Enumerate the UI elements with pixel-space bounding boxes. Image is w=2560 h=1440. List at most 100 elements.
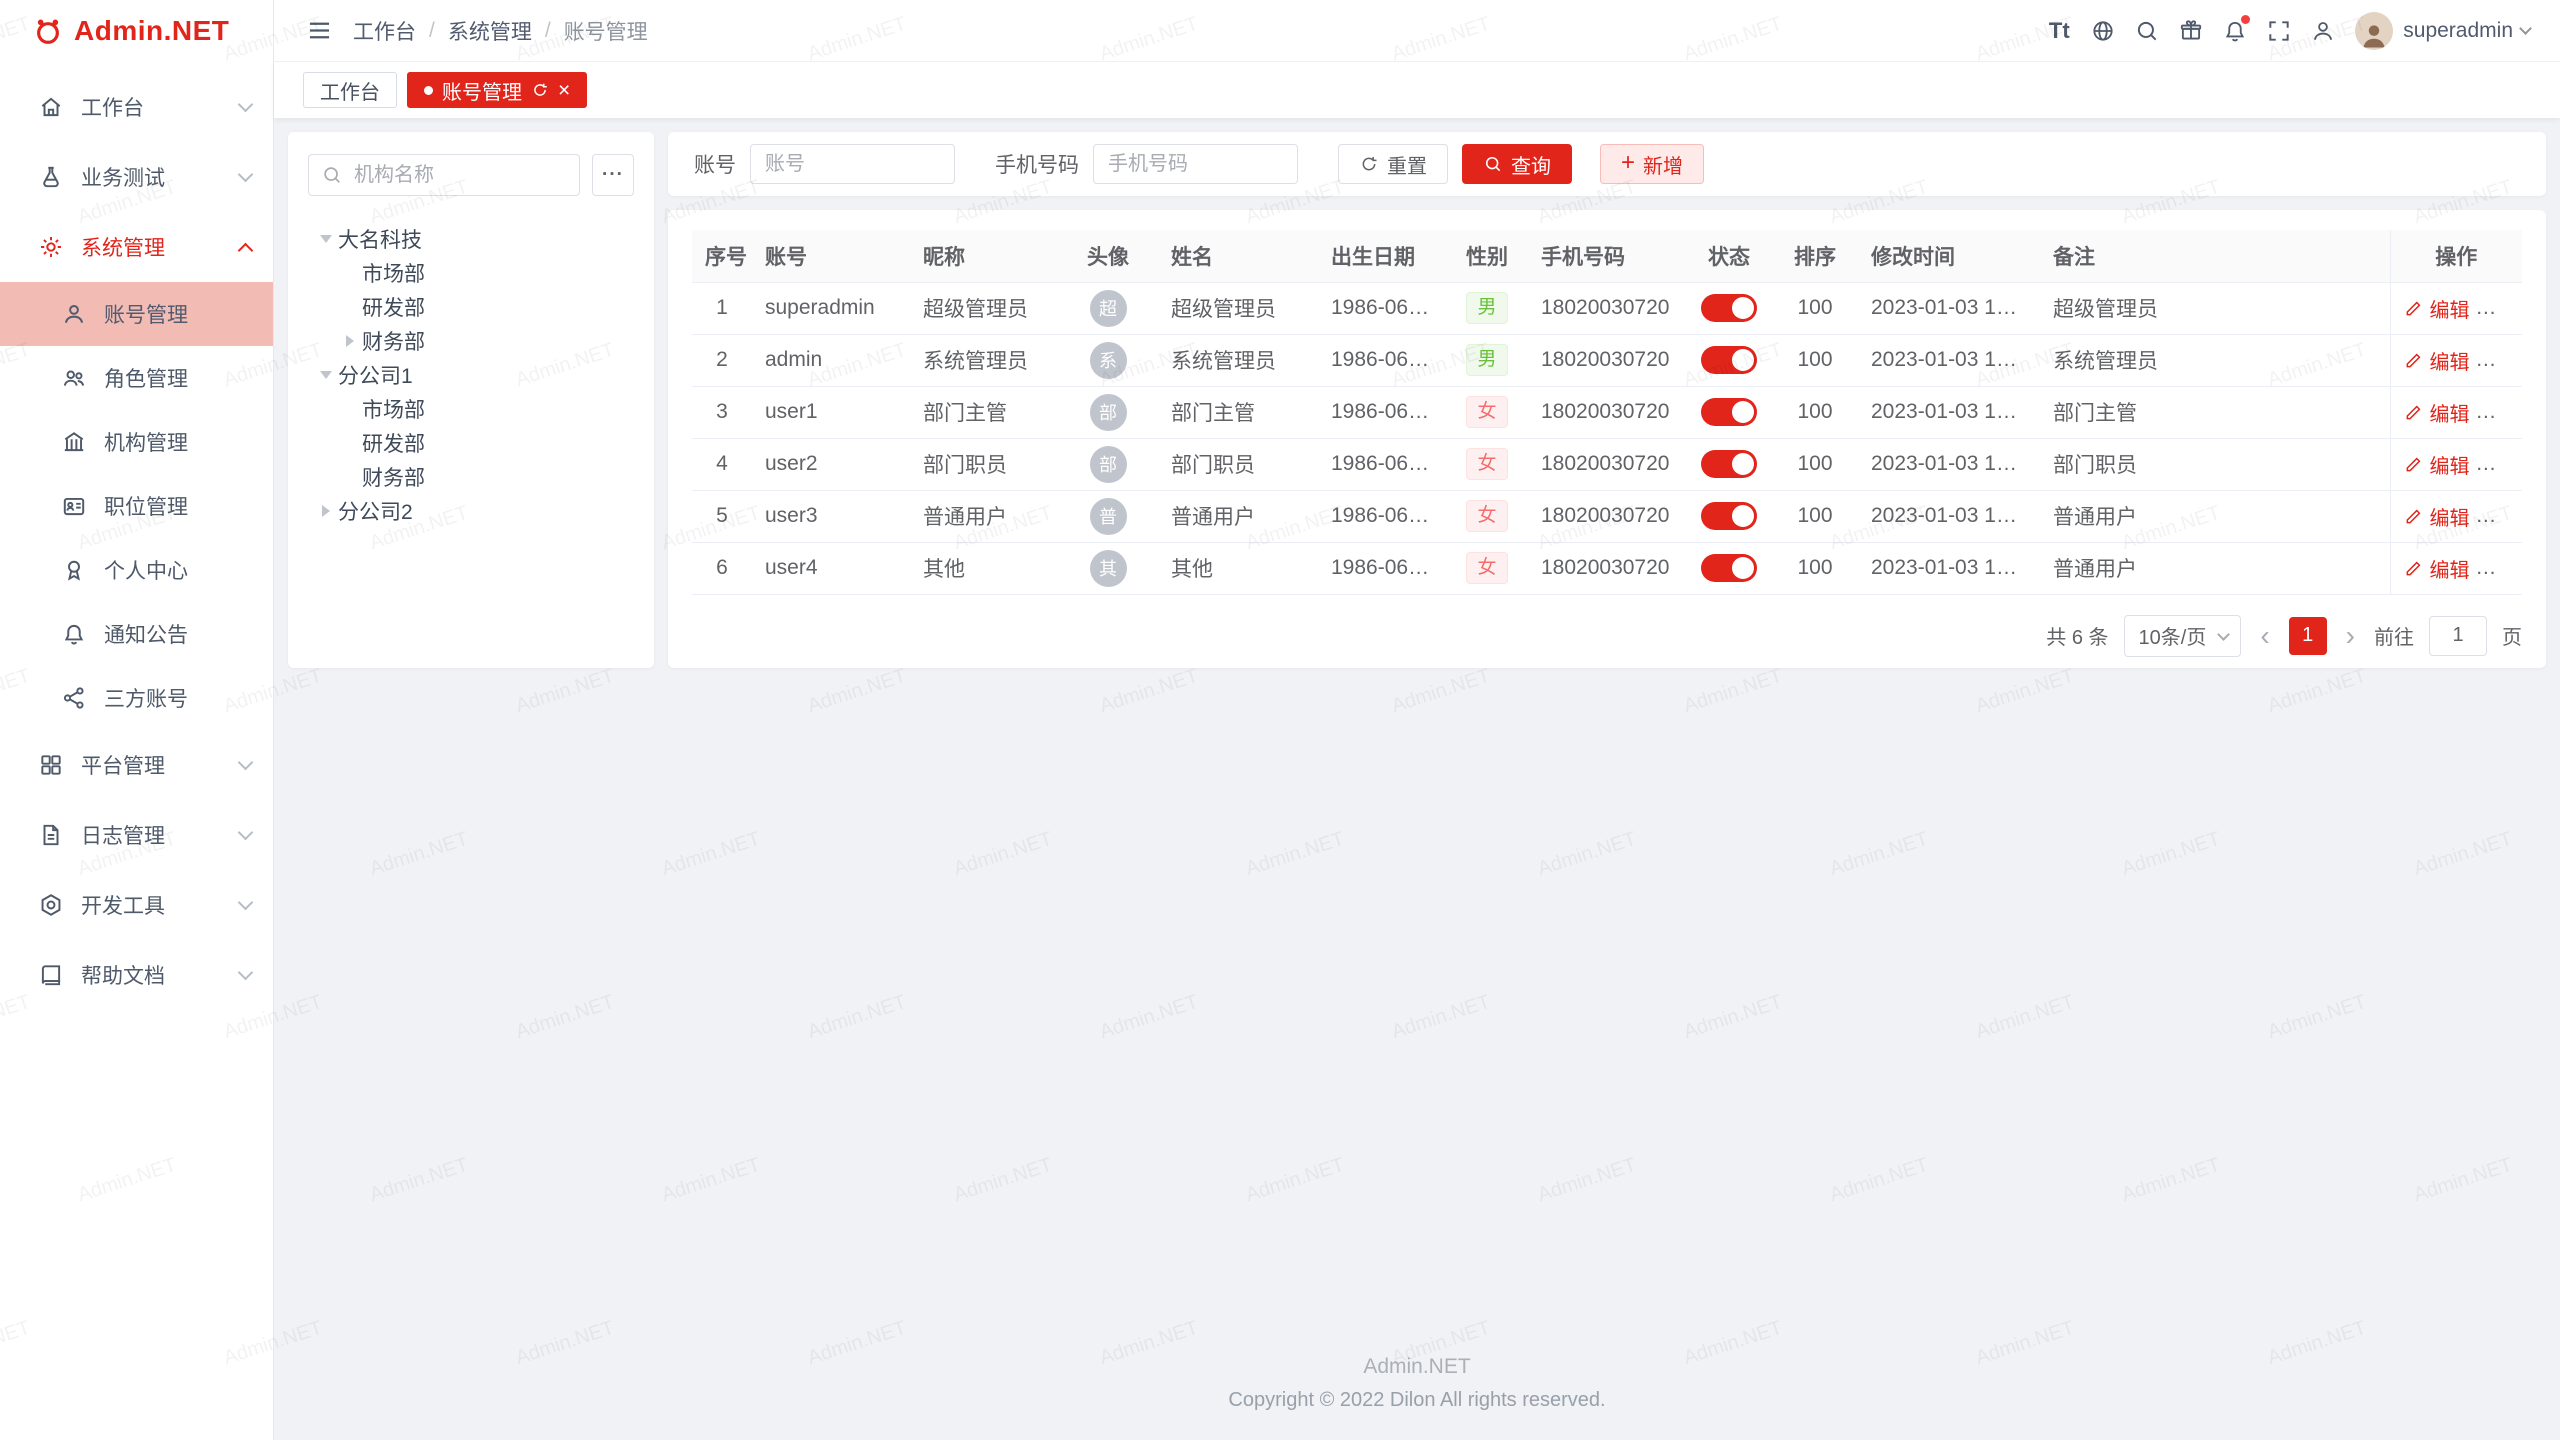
caret-down-icon[interactable] bbox=[314, 371, 338, 379]
sidebar-item-role-management[interactable]: 角色管理 bbox=[0, 346, 273, 410]
edit-pencil-icon bbox=[2404, 402, 2424, 422]
sidebar-item-org-management[interactable]: 机构管理 bbox=[0, 410, 273, 474]
cell-name: 其他 bbox=[1158, 542, 1318, 594]
cell-nickname: 系统管理员 bbox=[910, 334, 1058, 386]
pagination: 共 6 条 10条/页 ‹ 1 › 前往 页 bbox=[692, 615, 2522, 657]
edit-pencil-icon bbox=[2404, 350, 2424, 370]
cell-phone: 18020030720 bbox=[1528, 490, 1686, 542]
cell-remark: 普通用户 bbox=[2040, 542, 2390, 594]
app-logo[interactable]: Admin.NET bbox=[0, 0, 273, 62]
sidebar-item-label: 个人中心 bbox=[104, 555, 251, 585]
edit-pencil-icon bbox=[2404, 558, 2424, 578]
more-actions-button[interactable]: ··· bbox=[2491, 400, 2518, 423]
search-icon[interactable] bbox=[2125, 9, 2169, 53]
tree-node[interactable]: 分公司2 bbox=[308, 494, 634, 528]
font-size-icon[interactable]: Tt bbox=[2037, 9, 2081, 53]
status-toggle[interactable] bbox=[1701, 450, 1757, 478]
tree-node-label: 财务部 bbox=[362, 462, 425, 492]
page-size-select[interactable]: 10条/页 bbox=[2124, 615, 2242, 657]
sidebar-item-label: 通知公告 bbox=[104, 619, 251, 649]
tree-node[interactable]: 大名科技 bbox=[308, 222, 634, 256]
sidebar-item-help-docs[interactable]: 帮助文档 bbox=[0, 940, 273, 1010]
org-more-button[interactable]: ··· bbox=[592, 154, 634, 196]
gender-badge: 女 bbox=[1466, 448, 1508, 480]
goto-page-input[interactable] bbox=[2429, 616, 2487, 656]
tree-node[interactable]: 市场部 bbox=[308, 256, 634, 290]
edit-button[interactable]: 编辑 bbox=[2404, 502, 2470, 531]
edit-button[interactable]: 编辑 bbox=[2404, 450, 2470, 479]
status-toggle[interactable] bbox=[1701, 502, 1757, 530]
caret-right-icon[interactable] bbox=[338, 335, 362, 347]
breadcrumb-item[interactable]: 系统管理 bbox=[448, 16, 532, 46]
more-actions-button[interactable]: ··· bbox=[2491, 452, 2518, 475]
sidebar-item-third-party-account[interactable]: 三方账号 bbox=[0, 666, 273, 730]
reset-button[interactable]: 重置 bbox=[1338, 144, 1448, 184]
refresh-icon[interactable] bbox=[531, 81, 549, 99]
username[interactable]: superadmin bbox=[2403, 19, 2513, 43]
prev-page-button[interactable]: ‹ bbox=[2256, 622, 2273, 650]
tree-node[interactable]: 研发部 bbox=[308, 290, 634, 324]
edit-button[interactable]: 编辑 bbox=[2404, 554, 2470, 583]
status-toggle[interactable] bbox=[1701, 554, 1757, 582]
edit-button[interactable]: 编辑 bbox=[2404, 294, 2470, 323]
tab-workbench[interactable]: 工作台 bbox=[303, 72, 397, 108]
avatar[interactable] bbox=[2355, 12, 2393, 50]
more-actions-button[interactable]: ··· bbox=[2491, 296, 2518, 319]
sidebar-item-dev-tools[interactable]: 开发工具 bbox=[0, 870, 273, 940]
search-button[interactable]: 查询 bbox=[1462, 144, 1572, 184]
hamburger-menu-icon[interactable] bbox=[299, 11, 339, 51]
sidebar-item-personal-center[interactable]: 个人中心 bbox=[0, 538, 273, 602]
breadcrumb-item[interactable]: 工作台 bbox=[353, 16, 416, 46]
tree-node[interactable]: 分公司1 bbox=[308, 358, 634, 392]
cell-sort: 100 bbox=[1772, 334, 1858, 386]
add-button[interactable]: + 新增 bbox=[1600, 144, 1704, 184]
cell-modified: 2023-01-03 10:59:44 bbox=[1858, 282, 2040, 334]
more-actions-button[interactable]: ··· bbox=[2491, 556, 2518, 579]
status-toggle[interactable] bbox=[1701, 346, 1757, 374]
sidebar-item-notice[interactable]: 通知公告 bbox=[0, 602, 273, 666]
cell-sort: 100 bbox=[1772, 386, 1858, 438]
org-search-input[interactable] bbox=[352, 163, 567, 188]
sidebar-item-account-management[interactable]: 账号管理 bbox=[0, 282, 273, 346]
close-icon[interactable]: × bbox=[558, 80, 570, 101]
sidebar-item-platform-management[interactable]: 平台管理 bbox=[0, 730, 273, 800]
globe-icon[interactable] bbox=[2081, 9, 2125, 53]
sidebar-item-position-management[interactable]: 职位管理 bbox=[0, 474, 273, 538]
caret-right-icon[interactable] bbox=[314, 505, 338, 517]
sidebar-item-system-management[interactable]: 系统管理 bbox=[0, 212, 273, 282]
cell-gender: 男 bbox=[1446, 282, 1528, 334]
more-actions-button[interactable]: ··· bbox=[2491, 504, 2518, 527]
gift-icon[interactable] bbox=[2169, 9, 2213, 53]
status-toggle[interactable] bbox=[1701, 294, 1757, 322]
gender-badge: 女 bbox=[1466, 552, 1508, 584]
phone-filter-input[interactable] bbox=[1093, 144, 1298, 184]
sidebar-item-log-management[interactable]: 日志管理 bbox=[0, 800, 273, 870]
breadcrumb: 工作台 / 系统管理 / 账号管理 bbox=[353, 16, 648, 46]
sidebar-item-business-test[interactable]: 业务测试 bbox=[0, 142, 273, 212]
cell-nickname: 部门主管 bbox=[910, 386, 1058, 438]
search-icon bbox=[1483, 154, 1503, 174]
account-filter-input[interactable] bbox=[750, 144, 955, 184]
user-icon[interactable] bbox=[2301, 9, 2345, 53]
tab-account-management[interactable]: 账号管理 × bbox=[407, 72, 587, 108]
gender-badge: 女 bbox=[1466, 396, 1508, 428]
tree-node-label: 大名科技 bbox=[338, 224, 422, 254]
next-page-button[interactable]: › bbox=[2342, 622, 2359, 650]
cell-avatar: 其 bbox=[1058, 542, 1158, 594]
tree-node[interactable]: 研发部 bbox=[308, 426, 634, 460]
fullscreen-icon[interactable] bbox=[2257, 9, 2301, 53]
status-toggle[interactable] bbox=[1701, 398, 1757, 426]
sidebar-item-workbench[interactable]: 工作台 bbox=[0, 72, 273, 142]
tree-node[interactable]: 市场部 bbox=[308, 392, 634, 426]
page-content: ··· 大名科技 市场部 研发部 bbox=[274, 118, 2560, 1440]
page-number-active[interactable]: 1 bbox=[2289, 617, 2327, 655]
cell-account: user4 bbox=[752, 542, 910, 594]
more-actions-button[interactable]: ··· bbox=[2491, 348, 2518, 371]
edit-button[interactable]: 编辑 bbox=[2404, 346, 2470, 375]
tree-node[interactable]: 财务部 bbox=[308, 324, 634, 358]
tree-node[interactable]: 财务部 bbox=[308, 460, 634, 494]
caret-down-icon[interactable] bbox=[314, 235, 338, 243]
cell-account: admin bbox=[752, 334, 910, 386]
edit-button[interactable]: 编辑 bbox=[2404, 398, 2470, 427]
notification-bell-icon[interactable] bbox=[2213, 9, 2257, 53]
